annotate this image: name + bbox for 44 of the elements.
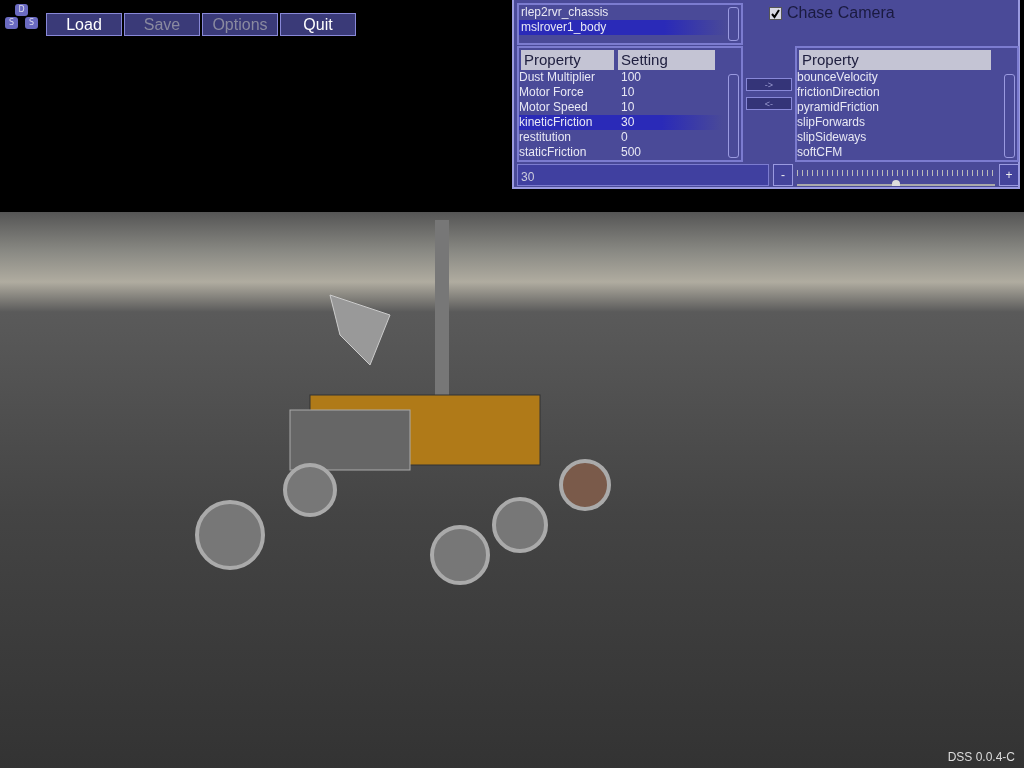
move-button[interactable]: <- [746, 97, 792, 110]
column-header[interactable]: Property [799, 50, 991, 70]
property-name: Motor Speed [519, 100, 589, 115]
property-name: Dust Multiplier [519, 70, 597, 85]
version-label: DSS 0.0.4-C [947, 750, 1015, 764]
property-list-item[interactable]: pyramidFriction [797, 100, 997, 115]
property-value: 0 [621, 130, 628, 145]
logo-letter: S [5, 17, 18, 29]
property-list-item[interactable]: slipForwards [797, 115, 997, 130]
scrollbar[interactable] [728, 74, 739, 158]
property-value: 10 [621, 100, 635, 115]
checkbox-label: Chase Camera [787, 4, 895, 22]
property-name: kineticFriction [519, 115, 594, 130]
move-button[interactable]: -> [746, 78, 792, 91]
decrement-button[interactable]: - [773, 164, 793, 186]
value-field[interactable]: 30 [517, 164, 769, 186]
slider-thumb[interactable] [892, 180, 900, 186]
property-value: 500 [621, 145, 642, 160]
property-list-item[interactable]: slipSideways [797, 130, 997, 145]
menu-button[interactable]: Load [46, 13, 122, 36]
property-name: Motor Force [519, 85, 585, 100]
property-list-item[interactable]: frictionDirection [797, 85, 997, 100]
checkbox[interactable] [769, 6, 782, 20]
column-header[interactable]: Setting [618, 50, 715, 70]
scrollbar[interactable] [728, 7, 739, 41]
property-value: 100 [621, 70, 642, 85]
property-value: 10 [621, 85, 635, 100]
property-name: staticFriction [519, 145, 588, 160]
property-row[interactable]: staticFriction 500 [519, 145, 723, 160]
property-row[interactable]: Dust Multiplier 100 [519, 70, 723, 85]
logo-letter: S [25, 17, 38, 29]
property-row[interactable]: Motor Speed 10 [519, 100, 723, 115]
property-list-item[interactable]: softCFM [797, 145, 997, 160]
property-list-item[interactable]: bounceVelocity [797, 70, 997, 85]
scrollbar[interactable] [1004, 74, 1015, 158]
property-value: 30 [621, 115, 635, 130]
column-header[interactable]: Property [521, 50, 615, 70]
logo-letter: D [15, 4, 28, 16]
property-row[interactable]: restitution 0 [519, 130, 723, 145]
increment-button[interactable]: + [999, 164, 1019, 186]
menu-button[interactable]: Quit [280, 13, 356, 36]
property-row[interactable]: Motor Force 10 [519, 85, 723, 100]
body-list-item[interactable]: rlep2rvr_chassis [519, 5, 727, 20]
property-name: restitution [519, 130, 573, 145]
